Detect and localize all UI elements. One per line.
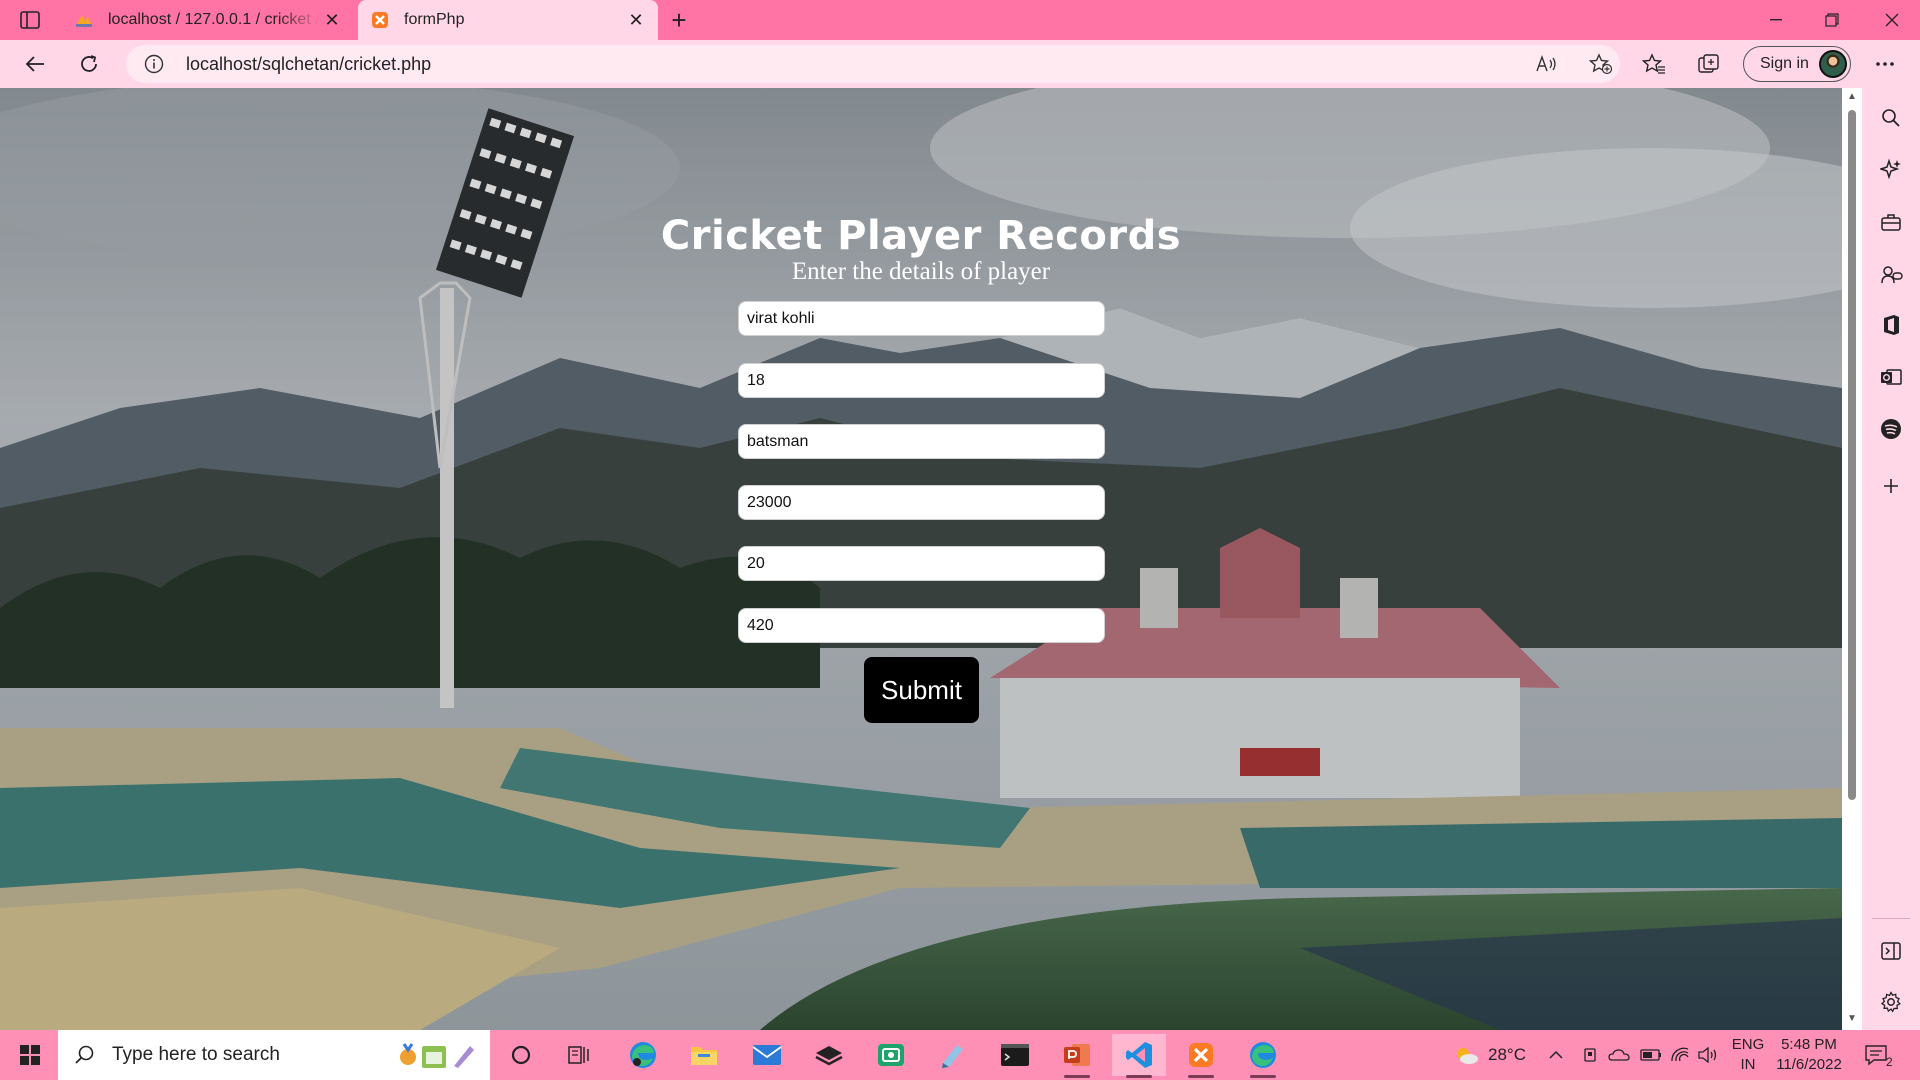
spotify-icon[interactable] [1876, 414, 1906, 444]
taskbar-search[interactable]: Type here to search [58, 1030, 490, 1080]
xampp-taskbar-icon[interactable] [1174, 1034, 1228, 1078]
notification-count: 2 [1886, 1055, 1893, 1069]
file-explorer-icon[interactable] [677, 1034, 731, 1076]
scrollbar-thumb[interactable] [1848, 110, 1856, 800]
browser-toolbar: localhost/sqlchetan/cricket.php Sign in [0, 40, 1920, 88]
language-code: ENG [1731, 1036, 1765, 1053]
battery-icon[interactable] [1640, 1030, 1662, 1080]
powerpoint-icon[interactable] [1050, 1034, 1104, 1078]
role-input[interactable] [738, 424, 1105, 459]
minimize-icon[interactable] [1748, 0, 1804, 40]
taskbar: Type here to search 28°C ENG IN 5:48 PM … [0, 1030, 1920, 1080]
scroll-up-icon[interactable]: ▲ [1846, 92, 1858, 102]
tab-label: formPhp [404, 11, 465, 28]
search-highlight-icon [396, 1040, 480, 1070]
collections-icon[interactable] [1692, 48, 1726, 80]
search-icon [72, 1042, 98, 1068]
games-icon[interactable] [1876, 259, 1906, 289]
url-text: localhost/sqlchetan/cricket.php [186, 54, 432, 74]
clock[interactable]: 5:48 PM 11/6/2022 [1768, 1035, 1850, 1075]
edge-taskbar-icon[interactable] [1236, 1034, 1290, 1078]
show-hidden-icons[interactable] [1548, 1030, 1564, 1080]
terminal-icon[interactable] [988, 1034, 1042, 1076]
page-viewport: Cricket Player Records Enter the details… [0, 88, 1842, 1030]
phpmyadmin-icon [74, 10, 94, 30]
restore-icon[interactable] [1804, 0, 1860, 40]
info-icon[interactable] [144, 54, 164, 74]
refresh-icon[interactable] [72, 48, 106, 80]
submit-button[interactable]: Submit [864, 657, 979, 723]
sketch-app-icon[interactable] [802, 1034, 856, 1076]
tools-icon[interactable] [1876, 207, 1906, 237]
runs-input[interactable] [738, 485, 1105, 520]
usb-icon[interactable] [1582, 1030, 1598, 1080]
search-placeholder: Type here to search [112, 1044, 280, 1065]
close-icon[interactable]: ✕ [624, 8, 648, 32]
tab-phpmyadmin[interactable]: localhost / 127.0.0.1 / cricket / re ✕ [62, 0, 354, 40]
clock-time: 5:48 PM [1781, 1036, 1837, 1053]
settings-icon[interactable] [1876, 987, 1906, 1017]
tab-actions-icon[interactable] [18, 9, 42, 31]
search-icon[interactable] [1876, 103, 1906, 133]
clock-date: 11/6/2022 [1776, 1056, 1842, 1073]
weather-temp: 28°C [1488, 1045, 1526, 1064]
wickets-input[interactable] [738, 608, 1105, 643]
tab-label: localhost / 127.0.0.1 / cricket / re [108, 11, 320, 28]
notifications-icon[interactable]: 2 [1864, 1030, 1893, 1080]
wifi-icon[interactable] [1670, 1030, 1690, 1080]
add-favorite-icon[interactable] [1588, 52, 1614, 76]
vscode-icon[interactable] [1112, 1034, 1166, 1078]
title-bar: localhost / 127.0.0.1 / cricket / re ✕ f… [0, 0, 1920, 40]
windows-start-icon[interactable] [12, 1040, 48, 1070]
language-indicator[interactable]: ENG IN [1728, 1035, 1768, 1075]
jersey-number-input[interactable] [738, 363, 1105, 398]
vertical-scrollbar[interactable]: ▲ ▼ [1842, 88, 1862, 1030]
page-subtitle: Enter the details of player [791, 258, 1051, 285]
onedrive-icon[interactable] [1608, 1030, 1630, 1080]
discover-icon[interactable] [1876, 154, 1906, 184]
hide-sidebar-icon[interactable] [1876, 936, 1906, 966]
region-code: IN [1740, 1056, 1756, 1073]
edge-sidebar [1862, 88, 1920, 1030]
tab-formphp[interactable]: formPhp ✕ [358, 0, 658, 40]
close-window-icon[interactable] [1864, 0, 1920, 40]
scroll-down-icon[interactable]: ▼ [1846, 1014, 1858, 1024]
mail-icon[interactable] [740, 1034, 794, 1076]
sign-in-label: Sign in [1760, 55, 1809, 72]
weather-sun-icon [1457, 1048, 1478, 1064]
screen-capture-icon[interactable] [864, 1034, 918, 1076]
edge-dev-icon[interactable] [616, 1034, 670, 1076]
volume-icon[interactable] [1698, 1030, 1718, 1080]
outlook-icon[interactable] [1876, 362, 1906, 392]
player-name-input[interactable] [738, 301, 1105, 336]
favorites-icon[interactable] [1637, 48, 1671, 80]
weather-widget[interactable]: 28°C [1452, 1030, 1526, 1080]
sign-in-button[interactable]: Sign in [1743, 46, 1851, 82]
read-aloud-icon[interactable] [1534, 52, 1560, 76]
add-icon[interactable] [1876, 471, 1906, 501]
avatar [1819, 50, 1847, 78]
sidebar-divider [1872, 918, 1910, 919]
centuries-input[interactable] [738, 546, 1105, 581]
notes-icon[interactable] [926, 1034, 980, 1076]
page-title: Cricket Player Records [660, 213, 1182, 259]
office-icon[interactable] [1876, 310, 1906, 340]
back-icon[interactable] [18, 48, 52, 80]
more-options-icon[interactable] [1868, 48, 1902, 80]
new-tab-button[interactable]: + [664, 5, 694, 35]
task-view-icon[interactable] [552, 1034, 606, 1076]
close-icon[interactable]: ✕ [320, 8, 344, 32]
xampp-icon [370, 10, 390, 30]
cortana-icon[interactable] [494, 1034, 548, 1076]
address-bar[interactable]: localhost/sqlchetan/cricket.php [126, 45, 1620, 83]
